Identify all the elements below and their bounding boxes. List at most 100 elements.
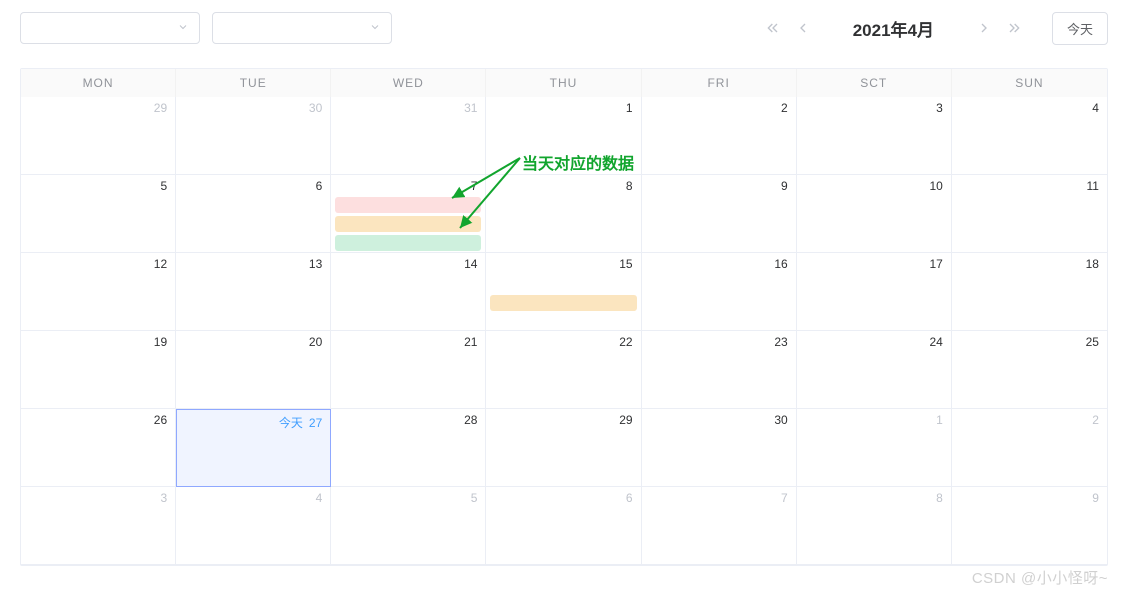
day-number: 6 xyxy=(180,179,322,193)
event-bar[interactable] xyxy=(490,295,636,311)
chevron-down-icon xyxy=(369,21,381,36)
calendar-cell[interactable]: 16 xyxy=(642,253,797,331)
calendar-cell[interactable]: 2 xyxy=(952,409,1107,487)
toolbar: 2021年4月 今天 xyxy=(20,8,1108,48)
day-number: 2 xyxy=(646,101,788,115)
next-month-icon[interactable] xyxy=(976,20,992,36)
calendar-cell[interactable]: 5 xyxy=(331,487,486,565)
prev-month-icon[interactable] xyxy=(795,20,811,36)
calendar-cell[interactable]: 7 xyxy=(331,175,486,253)
day-number: 4 xyxy=(180,491,322,505)
filter-select-2[interactable] xyxy=(212,12,392,44)
day-number: 31 xyxy=(335,101,477,115)
day-number: 29 xyxy=(25,101,167,115)
calendar-cell[interactable]: 4 xyxy=(176,487,331,565)
prev-year-icon[interactable] xyxy=(765,20,781,36)
day-number: 30 xyxy=(180,101,322,115)
calendar-cell[interactable]: 15 xyxy=(486,253,641,331)
day-number: 22 xyxy=(490,335,632,349)
calendar-cell[interactable]: 30 xyxy=(176,97,331,175)
calendar-cell[interactable]: 3 xyxy=(797,97,952,175)
chevron-down-icon xyxy=(177,21,189,36)
event-list xyxy=(335,197,481,251)
calendar-cell[interactable]: 9 xyxy=(642,175,797,253)
calendar-cell[interactable]: 20 xyxy=(176,331,331,409)
event-bar[interactable] xyxy=(335,235,481,251)
day-number: 11 xyxy=(956,179,1099,193)
next-year-icon[interactable] xyxy=(1006,20,1022,36)
day-number: 12 xyxy=(25,257,167,271)
calendar-cell[interactable]: 11 xyxy=(952,175,1107,253)
day-number: 9 xyxy=(646,179,788,193)
calendar-grid: 2930311234567891011121314151617181920212… xyxy=(21,97,1107,565)
calendar-cell[interactable]: 2 xyxy=(642,97,797,175)
day-number: 8 xyxy=(801,491,943,505)
calendar-cell[interactable]: 18 xyxy=(952,253,1107,331)
day-number: 17 xyxy=(801,257,943,271)
filter-select-1[interactable] xyxy=(20,12,200,44)
calendar-cell[interactable]: 30 xyxy=(642,409,797,487)
calendar-cell[interactable]: 12 xyxy=(21,253,176,331)
day-number: 2 xyxy=(956,413,1099,427)
today-label: 今天 xyxy=(279,416,303,430)
day-number: 24 xyxy=(801,335,943,349)
calendar-cell[interactable]: 8 xyxy=(486,175,641,253)
watermark: CSDN @小小怪呀~ xyxy=(972,567,1108,588)
month-label: 2021年4月 xyxy=(853,16,934,41)
day-number: 6 xyxy=(490,491,632,505)
calendar-cell[interactable]: 8 xyxy=(797,487,952,565)
calendar-cell[interactable]: 28 xyxy=(331,409,486,487)
calendar-cell[interactable]: 1 xyxy=(486,97,641,175)
day-number: 30 xyxy=(646,413,788,427)
day-number: 23 xyxy=(646,335,788,349)
calendar-cell[interactable]: 31 xyxy=(331,97,486,175)
calendar-cell[interactable]: 21 xyxy=(331,331,486,409)
calendar-cell[interactable]: 22 xyxy=(486,331,641,409)
day-number: 1 xyxy=(801,413,943,427)
weekday-cell: THU xyxy=(486,69,641,97)
day-number: 16 xyxy=(646,257,788,271)
day-number: 3 xyxy=(801,101,943,115)
calendar-cell[interactable]: 10 xyxy=(797,175,952,253)
calendar-cell[interactable]: 13 xyxy=(176,253,331,331)
calendar-cell[interactable]: 6 xyxy=(176,175,331,253)
calendar-cell[interactable]: 29 xyxy=(21,97,176,175)
calendar-cell[interactable]: 今天27 xyxy=(176,409,331,487)
calendar-cell[interactable]: 23 xyxy=(642,331,797,409)
day-number: 20 xyxy=(180,335,322,349)
weekday-cell: SCT xyxy=(797,69,952,97)
calendar-cell[interactable]: 14 xyxy=(331,253,486,331)
day-number: 21 xyxy=(335,335,477,349)
calendar-cell[interactable]: 29 xyxy=(486,409,641,487)
weekday-cell: MON xyxy=(21,69,176,97)
calendar-nav: 2021年4月 今天 xyxy=(765,12,1108,45)
event-bar[interactable] xyxy=(335,197,481,213)
day-number: 18 xyxy=(956,257,1099,271)
day-number: 5 xyxy=(335,491,477,505)
today-button[interactable]: 今天 xyxy=(1052,12,1108,45)
day-number: 10 xyxy=(801,179,943,193)
calendar-cell[interactable]: 5 xyxy=(21,175,176,253)
day-number: 7 xyxy=(646,491,788,505)
calendar-cell[interactable]: 17 xyxy=(797,253,952,331)
day-number: 7 xyxy=(335,179,477,193)
day-number: 26 xyxy=(25,413,167,427)
calendar-cell[interactable]: 4 xyxy=(952,97,1107,175)
calendar-cell[interactable]: 3 xyxy=(21,487,176,565)
calendar-cell[interactable]: 7 xyxy=(642,487,797,565)
day-number: 19 xyxy=(25,335,167,349)
calendar-cell[interactable]: 9 xyxy=(952,487,1107,565)
day-number: 今天27 xyxy=(181,414,322,431)
calendar-cell[interactable]: 6 xyxy=(486,487,641,565)
event-bar[interactable] xyxy=(335,216,481,232)
calendar-cell[interactable]: 24 xyxy=(797,331,952,409)
day-number: 1 xyxy=(490,101,632,115)
day-number: 5 xyxy=(25,179,167,193)
day-number: 29 xyxy=(490,413,632,427)
calendar-cell[interactable]: 1 xyxy=(797,409,952,487)
calendar-cell[interactable]: 25 xyxy=(952,331,1107,409)
calendar-cell[interactable]: 19 xyxy=(21,331,176,409)
day-number: 4 xyxy=(956,101,1099,115)
day-number: 28 xyxy=(335,413,477,427)
calendar-cell[interactable]: 26 xyxy=(21,409,176,487)
